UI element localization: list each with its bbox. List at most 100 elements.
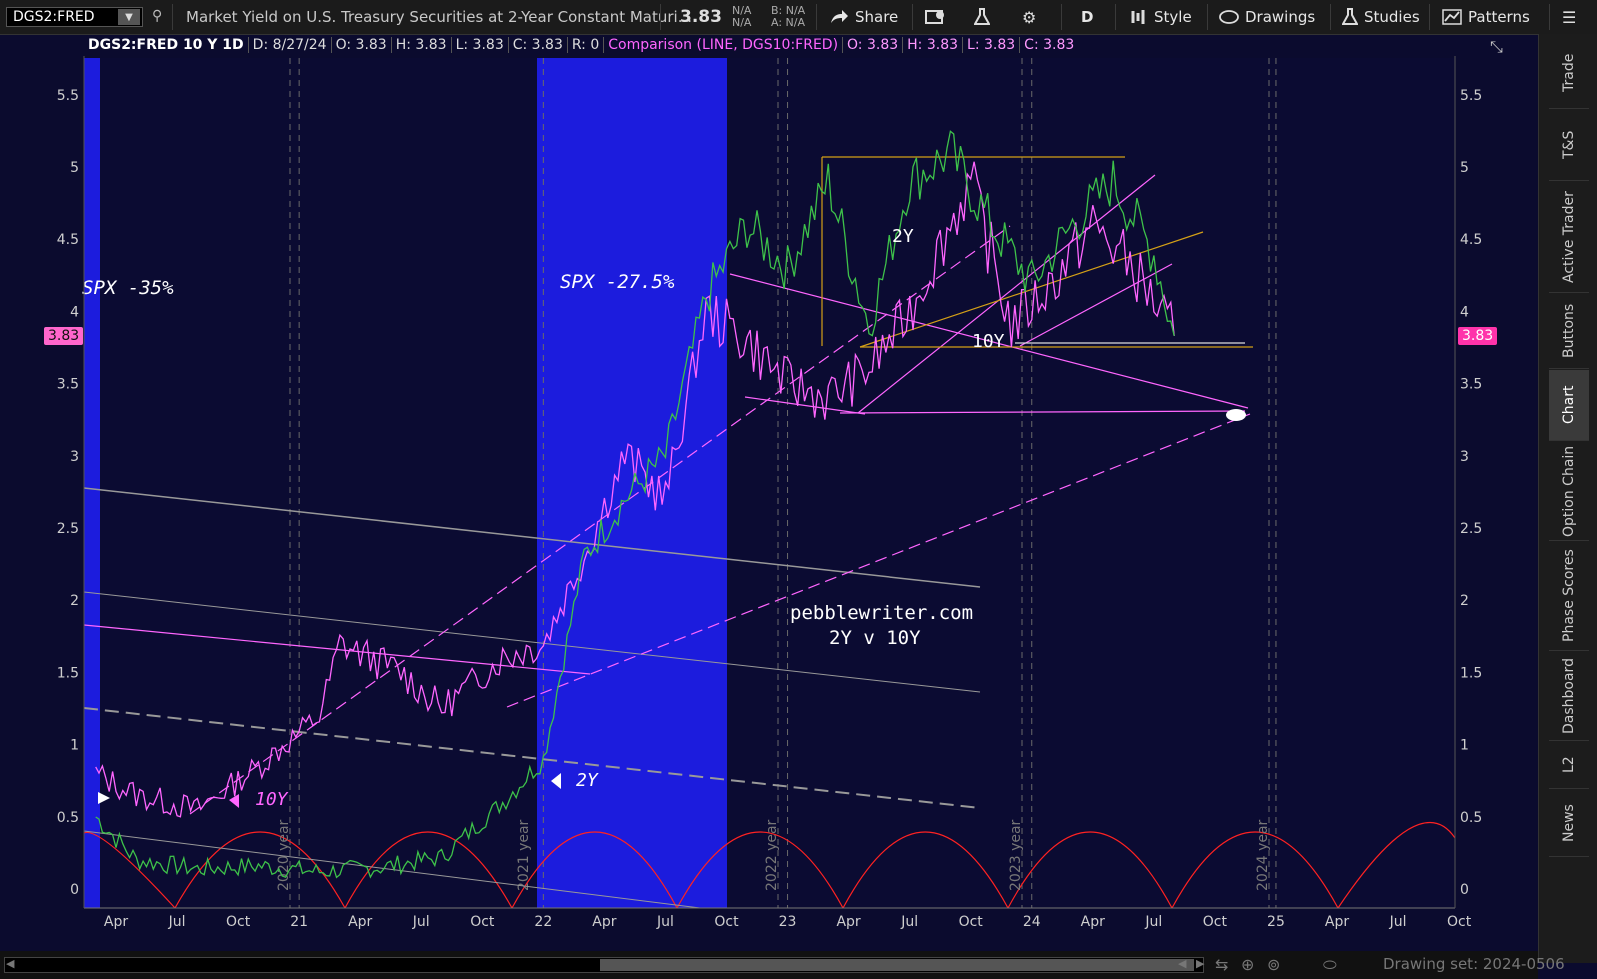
y-tick-label: 0 (70, 882, 79, 898)
symbol-selector[interactable]: DGS2:FRED ▼ (6, 7, 143, 27)
annotation-spx-35: SPX -35% (82, 277, 174, 299)
x-tick-label: Jul (1389, 914, 1407, 930)
y-tick-label: 3 (1460, 449, 1469, 465)
share-button[interactable]: Share (829, 5, 898, 29)
annotation-2y-top: 2Y (892, 226, 914, 247)
y-tick-label: 3.5 (1460, 377, 1482, 393)
chart-header: DGS2:FRED 10 Y 1D D: 8/27/24 O: 3.83 H: … (84, 35, 1078, 55)
drawing-set-label[interactable]: Drawing set: 2024-0506 (1383, 955, 1565, 973)
ask-value: A: N/A (771, 16, 805, 29)
bid-ask-quote: B: N/A A: N/A (771, 5, 805, 29)
year-label: 2022 year (764, 819, 780, 891)
studies-label: Studies (1364, 8, 1420, 26)
drawing-set-icon[interactable]: ⬭ (1323, 955, 1337, 975)
annotation-2y-bottom: 2Y (576, 770, 599, 791)
flask-icon (1342, 8, 1358, 25)
cmp-low: L: 3.83 (963, 37, 1021, 53)
gear-icon[interactable]: ⚙ (1022, 5, 1036, 29)
x-tick-label: Apr (836, 914, 860, 930)
menu-icon[interactable]: ☰ (1562, 5, 1576, 29)
studies-button[interactable]: Studies (1342, 5, 1420, 29)
cmp-close: C: 3.83 (1024, 37, 1075, 53)
sidebar-tab-chart[interactable]: Chart (1549, 370, 1589, 441)
scroll-back-icon[interactable]: ◀ (1178, 957, 1186, 970)
x-tick-label: Jul (168, 914, 186, 930)
y-tick-label: 0.5 (57, 810, 79, 826)
flask-icon[interactable] (974, 5, 990, 29)
sidebar-tab-news[interactable]: News (1549, 790, 1589, 857)
toolbar-divider (1429, 4, 1430, 30)
crosshair-icon[interactable]: ⊕ (1241, 955, 1254, 974)
toolbar-divider (1549, 4, 1550, 30)
patterns-button[interactable]: Patterns (1442, 5, 1530, 29)
drawings-button[interactable]: Drawings (1219, 5, 1315, 29)
aggregation-button[interactable]: D (1081, 5, 1093, 29)
x-tick-label: Jul (1144, 914, 1162, 930)
x-tick-label: Oct (1203, 914, 1228, 930)
snapshot-icon[interactable] (925, 5, 947, 29)
y-tick-label: 0 (1460, 882, 1469, 898)
collapse-icon[interactable]: ⤡ (1490, 37, 1503, 57)
y-tick-label: 5.5 (57, 88, 79, 104)
y-tick-label: 2 (70, 593, 79, 609)
year-label: 2024 year (1255, 819, 1271, 891)
x-tick-label: Apr (348, 914, 372, 930)
x-tick-label: Oct (714, 914, 739, 930)
ellipse-icon (1219, 10, 1239, 24)
zoom-icon[interactable]: ⊚ (1267, 955, 1280, 974)
link-icon[interactable]: ⚲ (152, 8, 162, 26)
sidebar-tab-buttons[interactable]: Buttons (1549, 294, 1589, 369)
patterns-label: Patterns (1468, 8, 1530, 26)
y-tick-label: 2.5 (57, 521, 79, 537)
scrollbar-thumb[interactable] (600, 959, 1194, 971)
last-price: 3.83 (680, 7, 722, 27)
x-tick-label: 24 (1023, 914, 1041, 930)
y-tick-label: 4 (1460, 304, 1469, 320)
toolbar-divider (1115, 4, 1116, 30)
sidebar-tab-trade[interactable]: Trade (1549, 38, 1589, 109)
comparison-label[interactable]: Comparison (LINE, DGS10:FRED) (604, 37, 844, 53)
x-tick-label: 23 (779, 914, 797, 930)
symbol-dropdown-icon[interactable]: ▼ (118, 9, 140, 25)
y-tick-label: 4 (70, 304, 79, 320)
shaded-band (537, 58, 727, 908)
bar-date: D: 8/27/24 (249, 37, 332, 53)
drawings-label: Drawings (1245, 8, 1316, 26)
y-tick-label: 5 (1460, 160, 1469, 176)
shaded-band (84, 58, 100, 908)
price-chart[interactable]: 0 00.5 0.51 11.5 1.52 22.5 2.53 33.5 3.54 44.5 4.5… (0, 56, 1538, 951)
toolbar-divider (172, 4, 173, 30)
year-label: 2021 year (516, 819, 532, 891)
symbol-description: Market Yield on U.S. Treasury Securities… (186, 8, 693, 26)
x-tick-label: Apr (1325, 914, 1349, 930)
sidebar-tab-dashboard[interactable]: Dashboard (1549, 652, 1589, 741)
zoom-range-icon[interactable]: ⇆ (1215, 955, 1228, 974)
x-tick-label: Apr (104, 914, 128, 930)
sidebar-tab-l2[interactable]: L2 (1549, 742, 1589, 789)
sidebar-tab-phase-scores[interactable]: Phase Scores (1549, 542, 1589, 651)
style-button[interactable]: Style (1130, 5, 1192, 29)
plot-area (84, 58, 1455, 908)
y-tick-label: 5.5 (1460, 88, 1482, 104)
cmp-open: O: 3.83 (843, 37, 904, 53)
x-tick-label: Jul (656, 914, 674, 930)
scroll-forward-icon[interactable]: ▶ (1196, 957, 1204, 970)
main-toolbar: DGS2:FRED ▼ ⚲ Market Yield on U.S. Treas… (0, 0, 1597, 35)
price-pill-right: 3.83 (1458, 327, 1498, 345)
y-tick-label: 1.5 (1460, 665, 1482, 681)
x-tick-label: 25 (1267, 914, 1285, 930)
bar-range: R: 0 (568, 37, 605, 53)
sidebar-tab-option-chain[interactable]: Option Chain (1549, 442, 1589, 541)
y-tick-label: 3 (70, 449, 79, 465)
year-label: 2023 year (1008, 819, 1024, 891)
target-marker (1226, 409, 1246, 421)
x-tick-label: 21 (290, 914, 308, 930)
sidebar-tab-t-s[interactable]: T&S (1549, 110, 1589, 181)
y-tick-label: 5 (70, 160, 79, 176)
y-tick-label: 4.5 (1460, 232, 1482, 248)
chart-title[interactable]: DGS2:FRED 10 Y 1D (84, 37, 249, 53)
toolbar-divider (1330, 4, 1331, 30)
cmp-high: H: 3.83 (903, 37, 964, 53)
scroll-left-icon[interactable]: ◀ (6, 957, 14, 970)
sidebar-tab-active-trader[interactable]: Active Trader (1549, 182, 1589, 293)
